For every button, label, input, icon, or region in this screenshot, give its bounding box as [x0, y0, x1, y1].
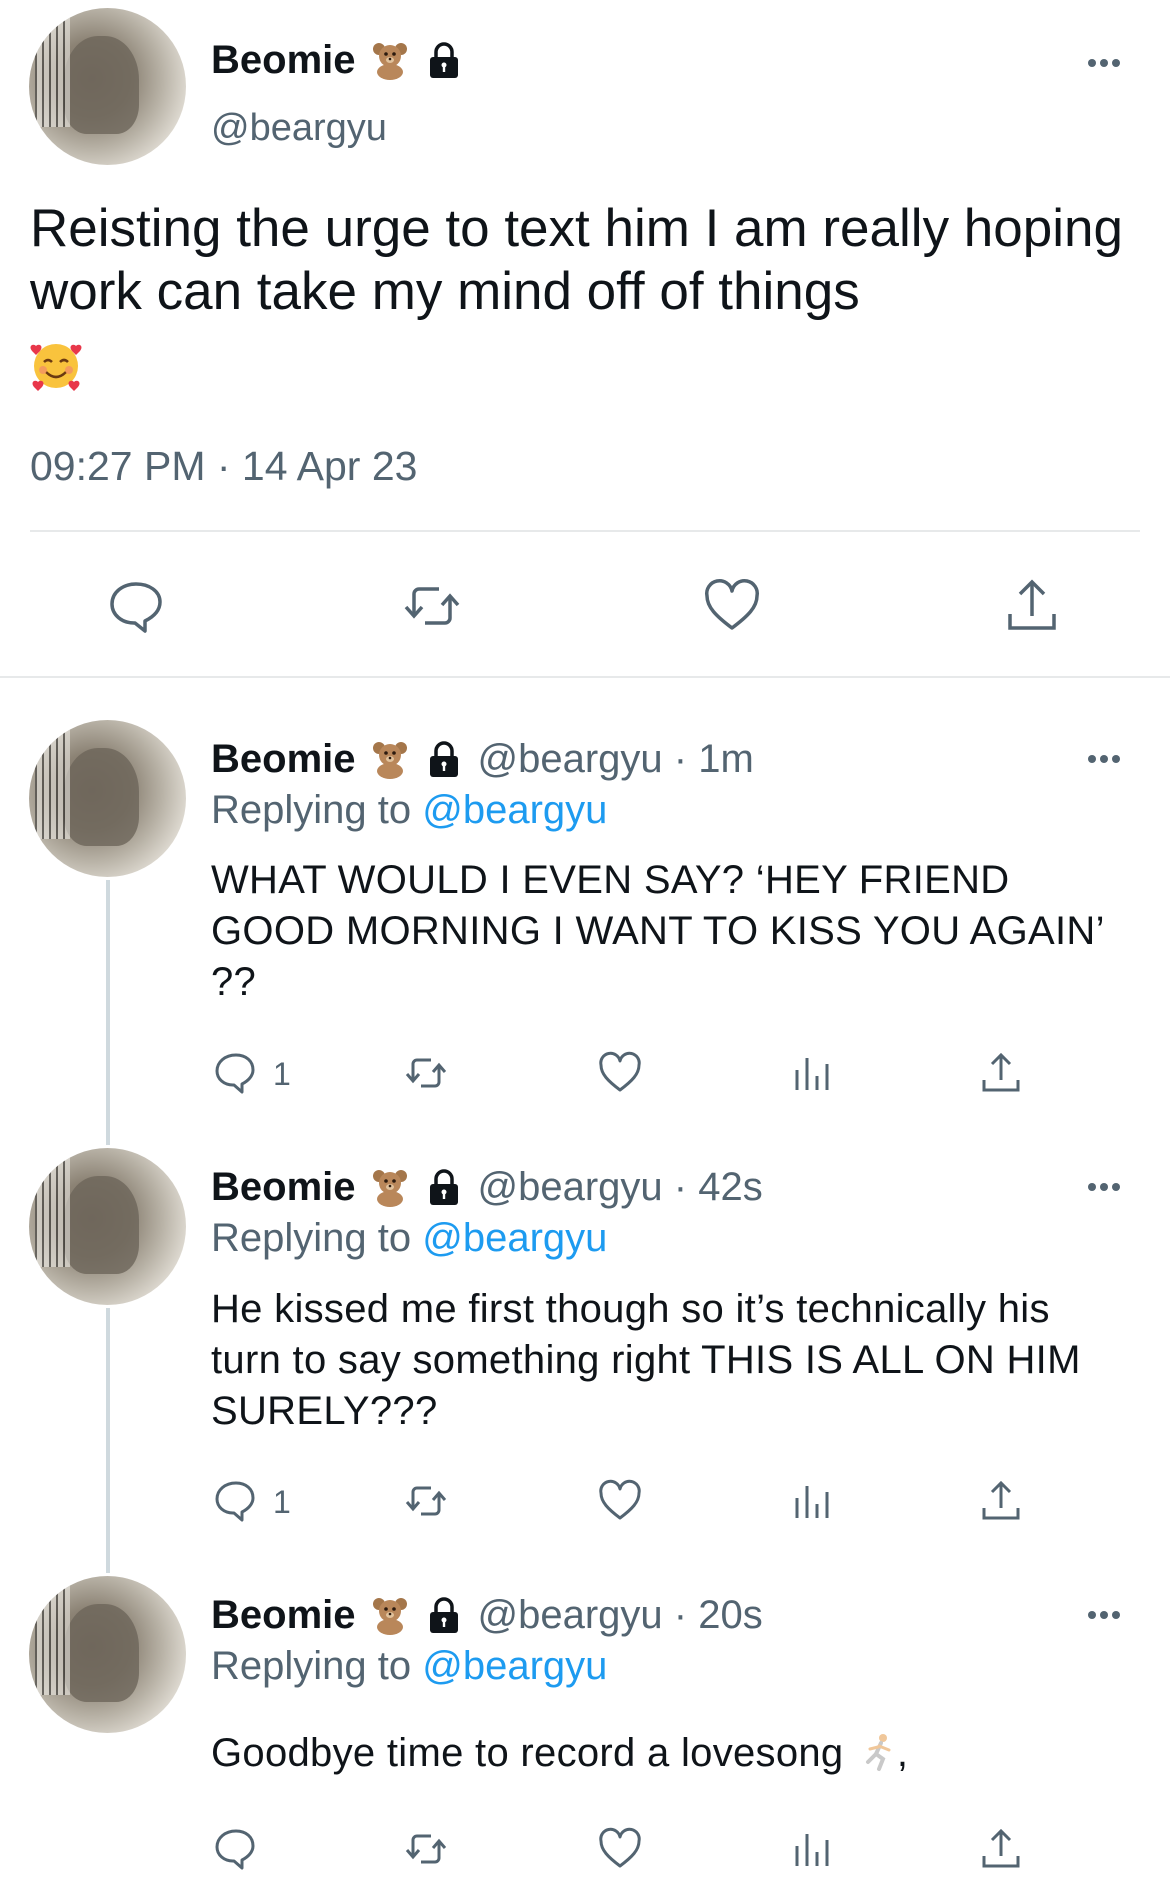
main-author-name-row: Beomie	[211, 32, 464, 88]
replying-to: Replying to @beargyu	[211, 788, 607, 833]
replying-mention[interactable]: @beargyu	[422, 788, 607, 832]
reply-author-name[interactable]: Beomie	[211, 1165, 356, 1210]
reply-text: WHAT WOULD I EVEN SAY? ‘HEY FRIEND GOOD …	[211, 858, 1104, 1004]
reply-text: Goodbye time to record a lovesong ,	[211, 1728, 1111, 1779]
more-icon[interactable]	[1088, 1178, 1128, 1191]
like-icon[interactable]	[597, 1826, 643, 1872]
tweet-text: Reisting the urge to text him I am reall…	[30, 197, 1140, 323]
reply-3-header: Beomie @beargyu · 20s	[211, 1587, 763, 1643]
lock-icon	[429, 42, 458, 78]
like-icon[interactable]	[597, 1050, 643, 1096]
reply-body: Goodbye time to record a lovesong	[211, 1731, 844, 1775]
more-icon[interactable]	[1088, 750, 1128, 763]
teddy-bear-icon	[372, 43, 407, 80]
lock-icon	[429, 741, 458, 777]
reply-trailing-punct: ,	[896, 1731, 909, 1775]
reply-2-header: Beomie @beargyu · 42s	[211, 1159, 763, 1215]
reply-icon[interactable]	[213, 1826, 259, 1872]
section-divider	[0, 676, 1170, 678]
retweet-icon[interactable]	[403, 1050, 449, 1096]
replying-to: Replying to @beargyu	[211, 1216, 607, 1261]
like-icon[interactable]	[702, 576, 762, 636]
main-author-name[interactable]: Beomie	[211, 38, 356, 83]
reply-count: 1	[273, 1056, 291, 1092]
teddy-bear-icon	[372, 1598, 407, 1635]
share-icon[interactable]	[978, 1478, 1024, 1524]
reply-icon[interactable]	[106, 576, 166, 636]
reply-icon[interactable]	[213, 1478, 259, 1524]
reply-1-avatar[interactable]	[29, 720, 186, 877]
reply-count: 1	[273, 1484, 291, 1520]
reply-icon[interactable]	[213, 1050, 259, 1096]
replying-to: Replying to @beargyu	[211, 1644, 607, 1689]
replying-mention[interactable]: @beargyu	[422, 1216, 607, 1260]
replying-prefix: Replying to	[211, 1216, 423, 1260]
divider	[30, 530, 1140, 532]
share-icon[interactable]	[1002, 576, 1062, 636]
retweet-icon[interactable]	[402, 576, 462, 636]
like-icon[interactable]	[597, 1478, 643, 1524]
main-avatar[interactable]	[29, 8, 186, 165]
thread-line	[106, 880, 110, 1145]
lock-icon	[429, 1169, 458, 1205]
replying-prefix: Replying to	[211, 1644, 423, 1688]
more-icon[interactable]	[1088, 54, 1128, 67]
reply-meta[interactable]: @beargyu · 42s	[478, 1165, 763, 1210]
main-author-handle[interactable]: @beargyu	[211, 107, 387, 150]
running-person-emoji	[865, 1734, 891, 1771]
share-icon[interactable]	[978, 1826, 1024, 1872]
reply-meta[interactable]: @beargyu · 1m	[478, 737, 754, 782]
teddy-bear-icon	[372, 1170, 407, 1207]
reply-text: He kissed me first though so it’s techni…	[211, 1287, 1081, 1433]
reply-1-header: Beomie @beargyu · 1m	[211, 731, 754, 787]
teddy-bear-icon	[372, 742, 407, 779]
share-icon[interactable]	[978, 1050, 1024, 1096]
views-icon[interactable]	[789, 1050, 835, 1096]
reply-2-avatar[interactable]	[29, 1148, 186, 1305]
views-icon[interactable]	[789, 1826, 835, 1872]
smiling-face-with-hearts-emoji	[30, 344, 82, 391]
tweet-timestamp[interactable]: 09:27 PM · 14 Apr 23	[30, 443, 417, 490]
reply-3-avatar[interactable]	[29, 1576, 186, 1733]
lock-icon	[429, 1597, 458, 1633]
retweet-icon[interactable]	[403, 1826, 449, 1872]
tweet-body: Reisting the urge to text him I am reall…	[30, 199, 1123, 321]
views-icon[interactable]	[789, 1478, 835, 1524]
replying-prefix: Replying to	[211, 788, 423, 832]
more-icon[interactable]	[1088, 1606, 1128, 1619]
replying-mention[interactable]: @beargyu	[422, 1644, 607, 1688]
thread-line	[106, 1308, 110, 1573]
reply-author-name[interactable]: Beomie	[211, 1593, 356, 1638]
reply-author-name[interactable]: Beomie	[211, 737, 356, 782]
reply-meta[interactable]: @beargyu · 20s	[478, 1593, 763, 1638]
retweet-icon[interactable]	[403, 1478, 449, 1524]
